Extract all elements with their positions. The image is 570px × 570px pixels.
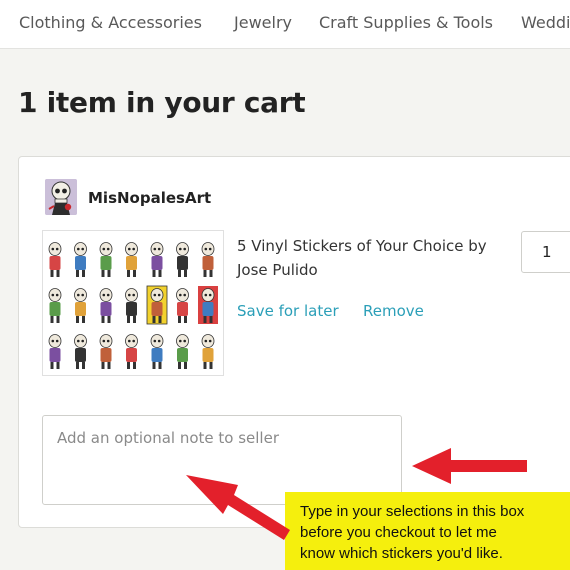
sticker-figure: [99, 242, 113, 277]
quantity-select[interactable]: 1: [521, 231, 570, 273]
sticker-figure: [48, 242, 62, 277]
sticker-figure: [146, 285, 168, 325]
item-thumbnail[interactable]: [42, 230, 224, 376]
page-title: 1 item in your cart: [18, 86, 306, 119]
sticker-sheet-image: [48, 242, 218, 369]
callout-line-1: Type in your selections in this box: [300, 503, 525, 520]
instruction-callout: Type in your selections in this box befo…: [285, 492, 570, 570]
remove-link[interactable]: Remove: [363, 302, 424, 320]
sticker-figure: [201, 334, 215, 369]
sticker-figure: [74, 334, 87, 369]
nav-item-clothing[interactable]: Clothing & Accessories: [19, 13, 202, 32]
sticker-figure: [125, 288, 138, 323]
callout-line-2: before you checkout to let me: [300, 524, 497, 541]
nav-item-jewelry[interactable]: Jewelry: [234, 13, 292, 32]
item-title[interactable]: 5 Vinyl Stickers of Your Choice by Jose …: [237, 234, 497, 282]
sticker-figure: [176, 334, 189, 369]
skull-icon: [45, 179, 77, 215]
category-nav: Clothing & Accessories Jewelry Craft Sup…: [0, 0, 570, 49]
sticker-figure: [74, 288, 87, 323]
sticker-figure: [99, 288, 113, 323]
sticker-figure: [150, 334, 164, 369]
sticker-figure: [201, 242, 215, 277]
nav-item-weddings[interactable]: Weddi: [521, 13, 570, 32]
nav-item-craft-supplies[interactable]: Craft Supplies & Tools: [319, 13, 493, 32]
sticker-figure: [125, 242, 138, 277]
shop-name[interactable]: MisNopalesArt: [88, 189, 211, 207]
sticker-figure: [176, 288, 189, 323]
sticker-figure: [125, 334, 138, 369]
quantity-value: 1: [542, 243, 552, 261]
save-for-later-link[interactable]: Save for later: [237, 302, 339, 320]
sticker-figure: [176, 242, 189, 277]
sticker-figure: [99, 334, 113, 369]
sticker-figure: [48, 334, 62, 369]
sticker-figure: [74, 242, 87, 277]
callout-line-3: know which stickers you'd like.: [300, 545, 503, 562]
sticker-figure: [150, 242, 164, 277]
sticker-figure: [48, 288, 62, 323]
shop-avatar[interactable]: [45, 179, 77, 215]
sticker-figure: [198, 286, 218, 324]
